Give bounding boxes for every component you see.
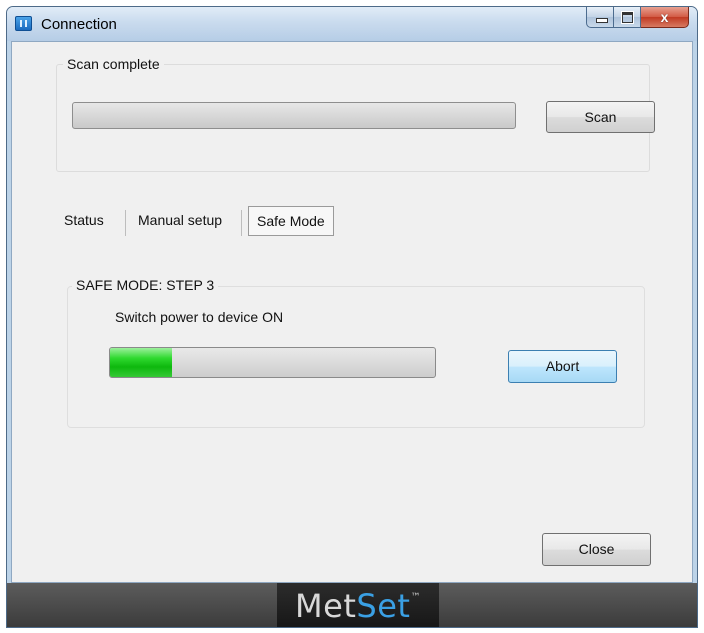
logo-text-met: Met [295,587,357,625]
logo-trademark: ™ [410,592,421,603]
connection-window: Connection x Scan complete Scan Status M… [6,6,698,628]
safe-mode-instruction: Switch power to device ON [115,309,284,325]
logo-text-set: Set [356,587,411,625]
scan-status-label: Scan complete [63,56,164,72]
close-icon: x [660,9,669,25]
metset-logo: MetSet™ [277,583,439,627]
abort-button[interactable]: Abort [508,350,617,383]
window-title: Connection [41,16,117,33]
close-window-button[interactable]: x [641,7,689,28]
maximize-button[interactable] [614,7,641,28]
safe-mode-progress-bar [109,347,436,378]
safe-mode-step-label: SAFE MODE: STEP 3 [72,277,219,293]
tab-safe-mode[interactable]: Safe Mode [248,206,334,236]
tab-manual-setup[interactable]: Manual setup [138,206,222,236]
minimize-button[interactable] [586,7,614,28]
caption-buttons: x [586,7,689,29]
scan-progress-bar [72,102,516,129]
tab-divider [241,210,242,236]
safe-mode-progress-fill [110,348,172,377]
minimize-icon [596,18,608,23]
client-area: Scan complete Scan Status Manual setup S… [11,41,693,583]
tab-status[interactable]: Status [64,206,104,236]
app-icon [15,16,32,31]
scan-button[interactable]: Scan [546,101,655,133]
scan-group: Scan complete Scan [56,56,655,172]
tab-divider [125,210,126,236]
close-button[interactable]: Close [542,533,651,566]
footer-bar: MetSet™ [7,583,697,627]
maximize-icon [621,11,634,24]
title-bar[interactable]: Connection x [7,7,697,41]
